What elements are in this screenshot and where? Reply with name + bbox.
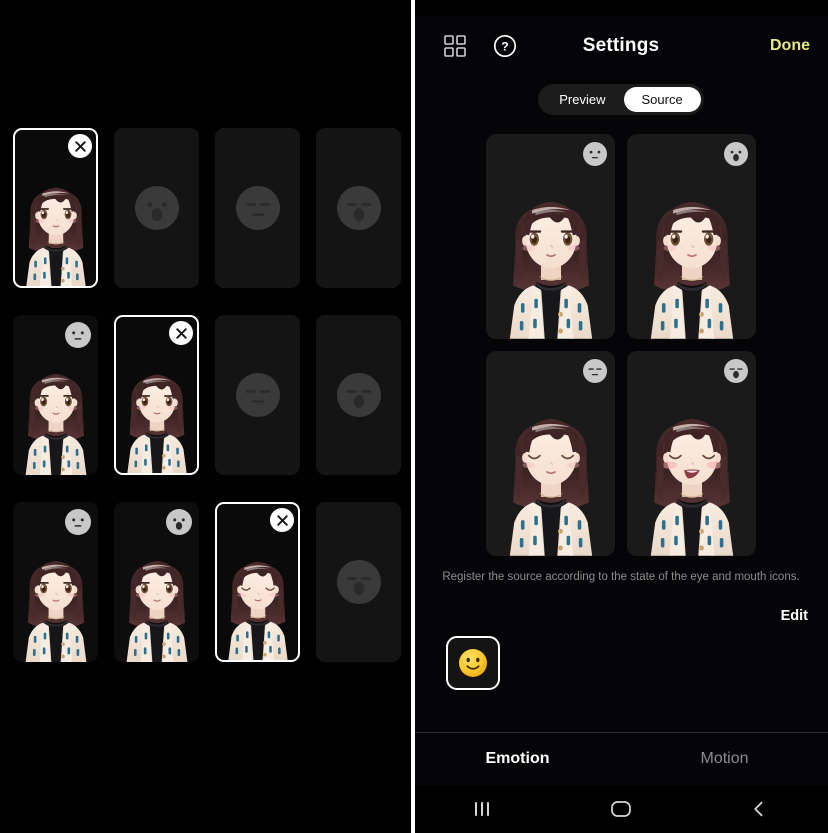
emotion-cell-11[interactable] xyxy=(215,502,300,662)
source-avatar xyxy=(489,400,613,556)
page-title: Settings xyxy=(582,35,660,56)
tab-motion[interactable]: Motion xyxy=(621,750,828,768)
avatar xyxy=(217,548,298,660)
source-caption: Register the source according to the sta… xyxy=(442,571,800,583)
badge-eyes-closed-mouth-open-icon xyxy=(724,359,748,383)
emoji-tile-selected[interactable] xyxy=(446,635,500,690)
close-icon[interactable] xyxy=(169,321,193,345)
emotion-cell-12[interactable] xyxy=(316,502,401,662)
status-bar xyxy=(414,0,828,16)
source-cell-1[interactable] xyxy=(486,134,615,339)
emotion-cell-6[interactable] xyxy=(114,315,199,475)
recents-icon[interactable] xyxy=(414,800,552,818)
emotion-cell-4[interactable] xyxy=(316,128,401,288)
emotion-cell-2[interactable] xyxy=(114,128,199,288)
smiley-face-icon xyxy=(459,648,487,677)
avatar xyxy=(114,547,199,662)
placeholder-eyes-closed-mouth-line-icon xyxy=(235,373,280,417)
emoji-preset-row xyxy=(414,635,828,690)
avatar xyxy=(15,174,96,286)
badge-eyes-open-mouth-line-icon xyxy=(65,509,91,535)
done-button[interactable]: Done xyxy=(770,37,810,55)
segmented-control: Preview Source xyxy=(538,84,704,115)
placeholder-eyes-closed-mouth-open-icon xyxy=(336,560,381,604)
close-icon[interactable] xyxy=(270,508,294,532)
avatar xyxy=(13,547,98,662)
settings-header: ? Settings Done xyxy=(414,16,828,76)
close-icon[interactable] xyxy=(68,134,92,158)
android-navbar xyxy=(414,785,828,833)
emotion-cell-1[interactable] xyxy=(13,128,98,288)
source-avatar xyxy=(489,183,613,339)
avatar xyxy=(13,360,98,475)
source-grid xyxy=(461,134,781,556)
placeholder-eyes-closed-mouth-open-icon xyxy=(336,186,381,230)
emotion-cell-5[interactable] xyxy=(13,315,98,475)
source-avatar xyxy=(630,183,754,339)
grid-icon[interactable] xyxy=(438,29,472,63)
placeholder-eyes-open-mouth-open-icon xyxy=(134,186,179,230)
tab-source[interactable]: Source xyxy=(623,87,701,112)
app-screenshot: ? Settings Done Preview Source Register … xyxy=(0,0,828,833)
badge-eyes-open-mouth-line-icon xyxy=(583,142,607,166)
emotion-grid xyxy=(0,128,414,662)
tab-preview[interactable]: Preview xyxy=(541,87,623,112)
svg-text:?: ? xyxy=(501,40,508,54)
edit-button[interactable]: Edit xyxy=(781,608,808,624)
source-cell-2[interactable] xyxy=(627,134,756,339)
source-cell-3[interactable] xyxy=(486,351,615,556)
source-avatar xyxy=(630,400,754,556)
emotion-cell-3[interactable] xyxy=(215,128,300,288)
bottom-tabbar: Emotion Motion xyxy=(414,732,828,785)
badge-eyes-open-mouth-open-icon xyxy=(166,509,192,535)
home-icon[interactable] xyxy=(552,799,690,819)
emotion-cell-9[interactable] xyxy=(13,502,98,662)
badge-eyes-closed-mouth-line-icon xyxy=(583,359,607,383)
avatar xyxy=(116,361,197,473)
badge-eyes-open-mouth-open-icon xyxy=(724,142,748,166)
edit-row: Edit xyxy=(414,607,828,625)
placeholder-eyes-closed-mouth-open-icon xyxy=(336,373,381,417)
badge-eyes-open-mouth-line-icon xyxy=(65,322,91,348)
source-cell-4[interactable] xyxy=(627,351,756,556)
back-icon[interactable] xyxy=(690,799,828,819)
placeholder-eyes-closed-mouth-line-icon xyxy=(235,186,280,230)
tab-emotion[interactable]: Emotion xyxy=(414,750,621,768)
emotion-cell-10[interactable] xyxy=(114,502,199,662)
emotion-cell-8[interactable] xyxy=(316,315,401,475)
help-icon[interactable]: ? xyxy=(488,29,522,63)
emotion-grid-panel xyxy=(0,0,414,833)
settings-panel: ? Settings Done Preview Source Register … xyxy=(414,0,828,833)
emotion-cell-7[interactable] xyxy=(215,315,300,475)
panel-divider xyxy=(411,0,415,833)
segmented-control-wrapper: Preview Source xyxy=(414,84,828,115)
